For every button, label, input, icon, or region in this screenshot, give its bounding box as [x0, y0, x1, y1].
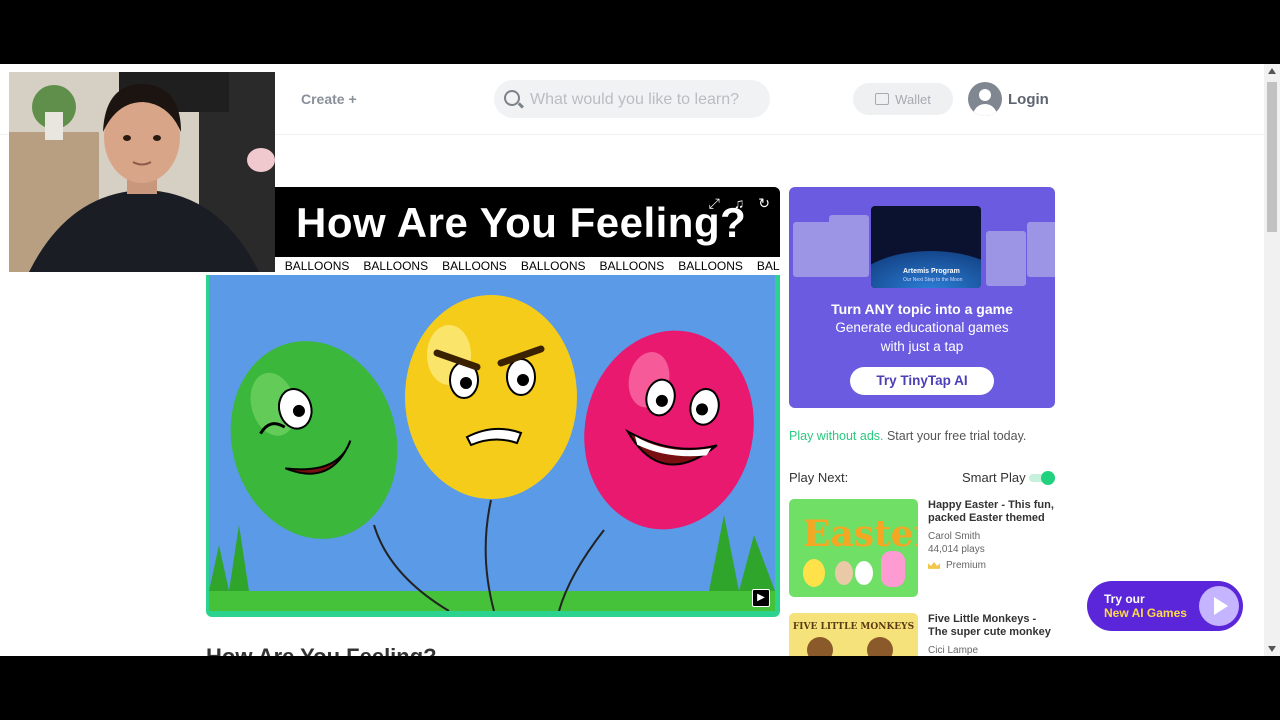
user-avatar-icon[interactable] — [968, 82, 1002, 116]
rec-thumb-monkeys[interactable]: FIVE LITTLE MONKEYS — [789, 613, 918, 656]
rec-plays: 44,014 plays — [928, 544, 985, 555]
game-title-heading: How Are You Feeling? — [206, 644, 437, 656]
next-page-icon[interactable]: ▶ — [752, 589, 770, 607]
promo-headline: Turn ANY topic into a game — [831, 301, 1013, 317]
search-bar[interactable] — [494, 80, 770, 120]
rec-title[interactable]: Five Little Monkeys - The super cute mon… — [928, 613, 1058, 639]
tinytap-ai-promo: Artemis Program Our Next Step to the Moo… — [789, 187, 1055, 408]
yellow-balloon — [405, 295, 577, 499]
crown-icon — [928, 561, 940, 569]
free-trial-text: Start your free trial today. — [883, 429, 1027, 443]
try-ai-games-button[interactable]: Try our New AI Games — [1087, 581, 1243, 631]
promo-subline-1: Generate educational games — [835, 320, 1009, 335]
promo-card-art — [986, 231, 1026, 286]
ads-notice: Play without ads. Start your free trial … — [789, 429, 1026, 443]
wallet-button[interactable]: Wallet — [853, 83, 953, 115]
page-scrollbar[interactable] — [1264, 64, 1280, 656]
promo-card-tower — [793, 222, 833, 277]
play-without-ads-link[interactable]: Play without ads. — [789, 429, 884, 443]
webcam-overlay — [9, 72, 275, 272]
wallet-icon — [875, 93, 890, 105]
game-title-text: How Are You Feeling? — [296, 199, 747, 246]
wallet-label: Wallet — [895, 91, 931, 107]
restart-icon[interactable]: ↻ — [758, 195, 770, 212]
ai-games-line2: New AI Games — [1104, 606, 1187, 620]
promo-subline-2: with just a tap — [880, 339, 964, 354]
promo-card-body — [829, 215, 869, 277]
search-input[interactable] — [528, 80, 762, 120]
play-next-label: Play Next: — [789, 470, 849, 485]
rec-thumb-easter[interactable]: Easter — [789, 499, 918, 597]
scroll-down-icon[interactable] — [1268, 646, 1276, 652]
play-icon — [1199, 586, 1239, 626]
rec-premium-badge: Premium — [928, 560, 986, 571]
fullscreen-icon[interactable]: ⤢ — [709, 195, 720, 212]
game-controls: ⤢ ♫ ↻ — [709, 195, 770, 212]
try-tinytap-ai-button[interactable]: Try TinyTap AI — [850, 367, 994, 395]
search-icon — [504, 90, 520, 106]
login-button[interactable]: Login — [1008, 91, 1049, 108]
create-button[interactable]: Create + — [301, 91, 357, 107]
balloons-ticker: BALLOONS BALLOONS BALLOONS BALLOONS BALLOONS… — [206, 257, 780, 275]
rec-author: Cici Lampe — [928, 645, 979, 656]
smart-play-label: Smart Play — [962, 470, 1026, 485]
scroll-up-icon[interactable] — [1268, 68, 1276, 74]
game-title-bar: How Are You Feeling? ⤢ ♫ ↻ — [206, 187, 780, 261]
smart-play-toggle[interactable] — [1029, 471, 1055, 485]
ai-games-line1: Try our — [1104, 592, 1145, 606]
balloons-scene[interactable] — [209, 275, 775, 611]
rec-author: Carol Smith — [928, 531, 981, 542]
scroll-thumb[interactable] — [1267, 82, 1277, 232]
game-player[interactable]: How Are You Feeling? ⤢ ♫ ↻ BALLOONS BALLO… — [206, 187, 780, 617]
rec-title[interactable]: Happy Easter - This fun, packed Easter t… — [928, 499, 1058, 525]
promo-card-portrait — [1027, 222, 1055, 277]
music-icon[interactable]: ♫ — [734, 195, 745, 212]
promo-card-artemis: Artemis Program Our Next Step to the Moo… — [871, 206, 981, 288]
